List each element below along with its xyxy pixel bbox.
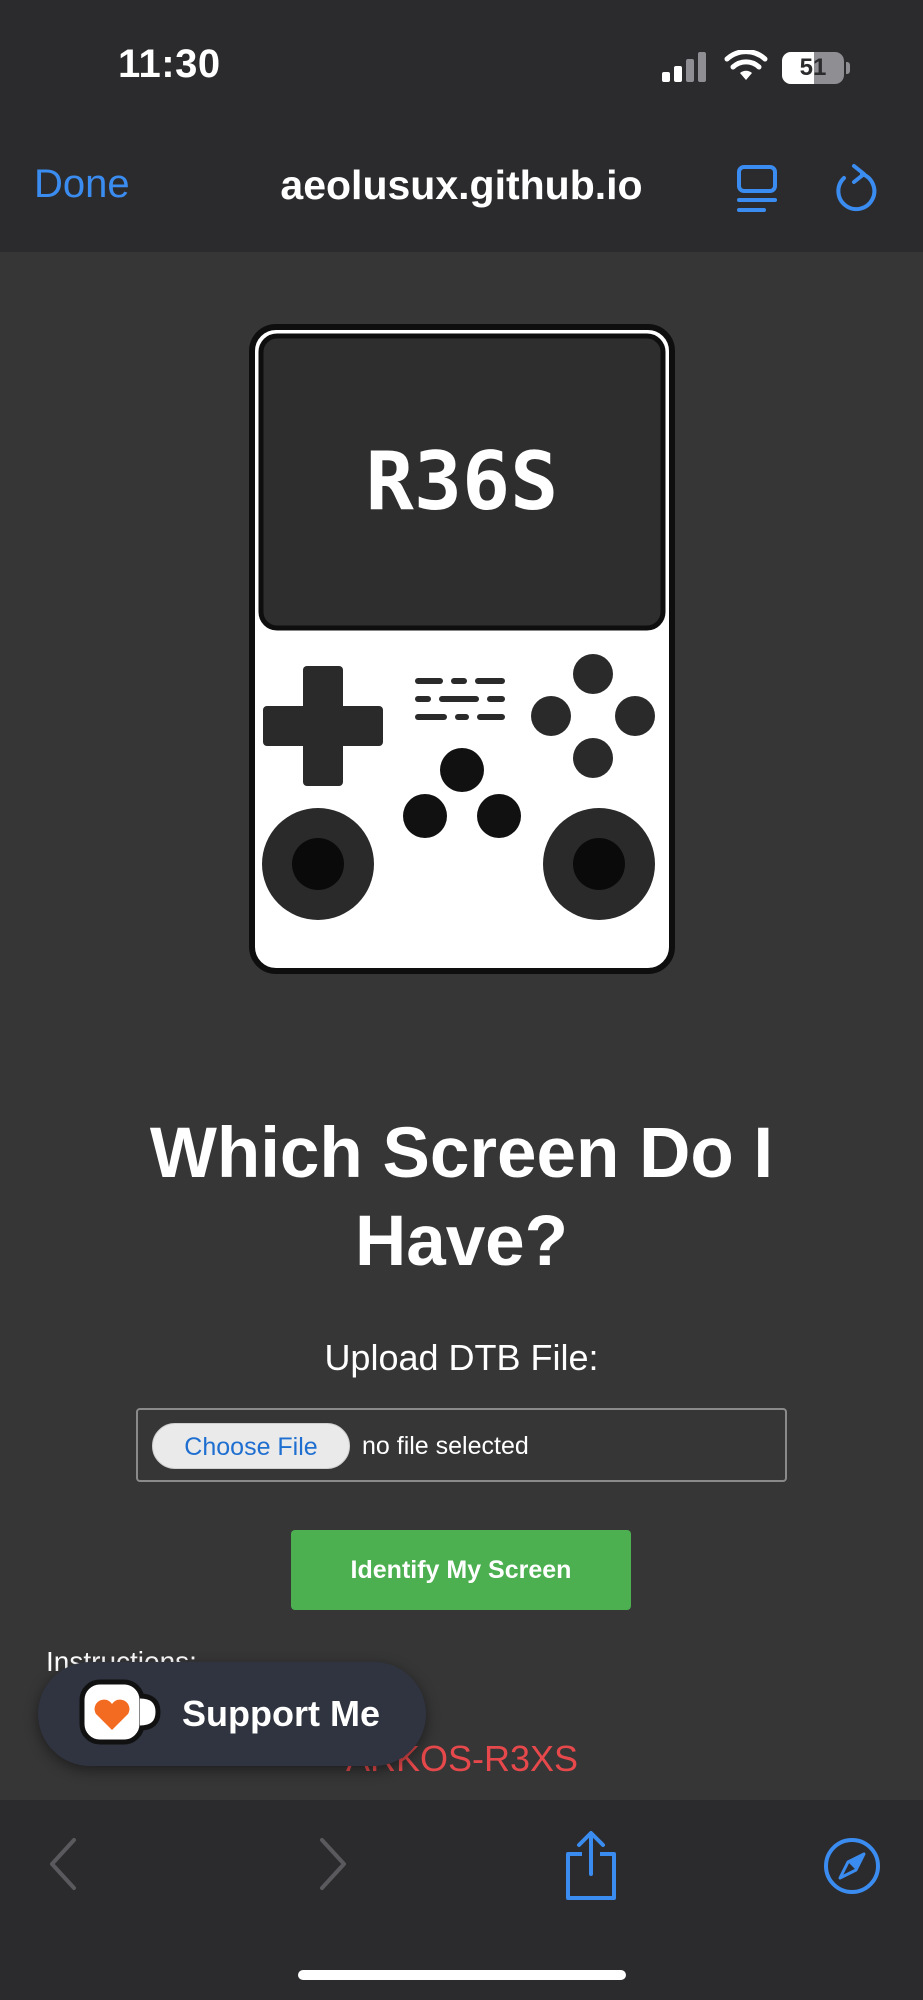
url-display[interactable]: aeolusux.github.io <box>0 162 923 209</box>
home-indicator <box>298 1970 626 1980</box>
identify-screen-button[interactable]: Identify My Screen <box>291 1530 631 1610</box>
back-arrow-icon[interactable] <box>46 1836 80 1892</box>
status-time: 11:30 <box>118 42 221 86</box>
compass-icon[interactable] <box>822 1836 882 1896</box>
page-title: Which Screen Do I Have? <box>149 1114 774 1281</box>
battery-level: 51 <box>799 54 827 81</box>
battery-icon: 51 <box>782 52 844 84</box>
support-me-button[interactable]: Support Me <box>38 1662 426 1766</box>
browser-nav-bar: Done aeolusux.github.io <box>0 130 923 252</box>
forward-arrow-icon[interactable] <box>316 1836 350 1892</box>
file-status-text: no file selected <box>362 1432 529 1460</box>
browser-toolbar <box>0 1800 923 2000</box>
support-me-label: Support Me <box>182 1693 380 1734</box>
r36s-device-illustration: R36S <box>249 324 675 974</box>
reload-icon[interactable] <box>832 162 880 214</box>
choose-file-button[interactable]: Choose File <box>152 1423 350 1469</box>
status-bar: 11:30 51 <box>0 0 923 130</box>
coffee-cup-icon <box>79 1679 161 1745</box>
reader-icon[interactable] <box>736 164 780 214</box>
file-input[interactable]: Choose File no file selected <box>136 1408 787 1482</box>
signal-icon <box>662 52 706 82</box>
device-logo-text: R36S <box>366 435 559 528</box>
wifi-icon <box>724 50 768 80</box>
upload-label: Upload DTB File: <box>324 1337 599 1378</box>
share-icon[interactable] <box>562 1830 620 1902</box>
battery-tip <box>846 62 850 74</box>
